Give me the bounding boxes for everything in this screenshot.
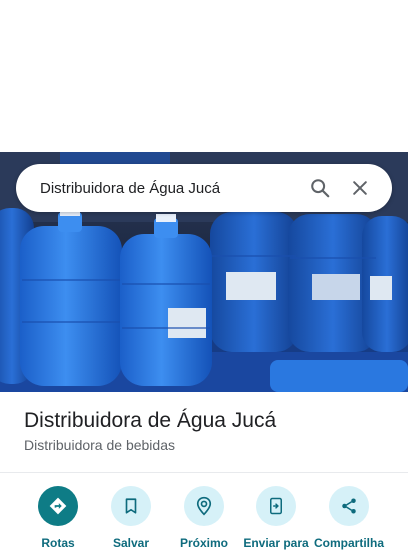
- place-name: Distribuidora de Água Jucá: [24, 409, 277, 432]
- directions-label: Rotas: [41, 536, 75, 550]
- save-button[interactable]: Salvar: [91, 486, 171, 550]
- share-circle[interactable]: [329, 486, 369, 526]
- directions-icon: [49, 497, 67, 515]
- save-circle[interactable]: [111, 486, 151, 526]
- search-icon: [311, 179, 330, 198]
- share-button[interactable]: Compartilha: [309, 486, 389, 550]
- nearby-icon: [196, 496, 212, 516]
- send-to-device-icon: [270, 497, 282, 515]
- share-icon: [342, 498, 356, 514]
- place-category: Distribuidora de bebidas: [24, 437, 175, 453]
- nearby-circle[interactable]: [184, 486, 224, 526]
- bookmark-icon: [125, 498, 137, 514]
- directions-button[interactable]: Rotas: [18, 486, 98, 550]
- search-button[interactable]: [300, 168, 340, 208]
- divider: [0, 472, 408, 473]
- send-label: Enviar para: [243, 536, 309, 550]
- nearby-label: Próximo: [179, 536, 228, 550]
- search-bar[interactable]: Distribuidora de Água Jucá: [16, 164, 392, 212]
- search-input[interactable]: Distribuidora de Água Jucá: [40, 180, 300, 197]
- save-label: Salvar: [112, 536, 150, 550]
- action-bar: Rotas Salvar Próximo Enviar para Compart…: [0, 486, 408, 550]
- send-to-device-button[interactable]: Enviar para: [236, 486, 316, 550]
- nearby-button[interactable]: Próximo: [164, 486, 244, 550]
- share-label: Compartilha: [313, 536, 384, 550]
- directions-circle[interactable]: [38, 486, 78, 526]
- place-info: Distribuidora de Água Jucá Distribuidora…: [24, 406, 394, 454]
- send-circle[interactable]: [256, 486, 296, 526]
- close-button[interactable]: [340, 168, 380, 208]
- close-icon: [353, 181, 367, 195]
